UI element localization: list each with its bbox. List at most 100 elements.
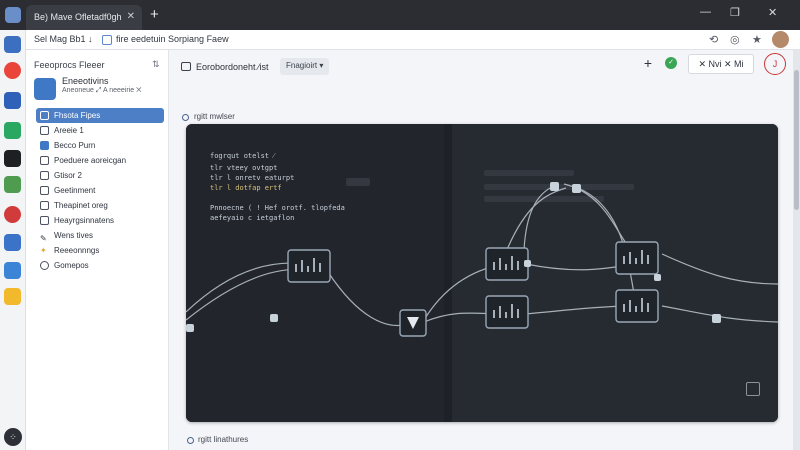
sidebar: Feeoprocs Fleeer ⇅ Eneeotivins Aneoneue …: [26, 50, 169, 450]
project-title: Eneeotivins: [62, 76, 109, 86]
action-buttons[interactable]: ✕ Nvi ✕ Mi: [688, 54, 754, 74]
dock-app-icon[interactable]: [4, 92, 21, 109]
doc-icon: [40, 126, 49, 135]
address-bar: Sel Mag Bb1 ↓ fire eedetuin Sorpiang Fae…: [26, 30, 800, 50]
board-title: Eorobordoneht ⁄ist: [196, 62, 269, 72]
dock-app-icon[interactable]: [4, 206, 21, 223]
browser-tab[interactable]: Be) Mave Ofletadf0gh ✕: [26, 5, 142, 30]
app-area: Feeoprocs Fleeer ⇅ Eneeotivins Aneoneue …: [26, 50, 800, 450]
sidebar-item-label: Gtisor 2: [54, 171, 83, 180]
link-line: [505, 187, 567, 253]
dock-terminal-icon[interactable]: [4, 150, 21, 167]
chart-icon: [40, 216, 49, 225]
port-dot: [550, 182, 559, 191]
list-icon: [40, 156, 49, 165]
board-icon: [181, 62, 191, 71]
graph-node: [485, 247, 529, 281]
link-line: [661, 253, 778, 285]
dock-app-icon[interactable]: [4, 122, 21, 139]
app-menu-icon[interactable]: [5, 7, 21, 23]
dock-app-icon[interactable]: [4, 288, 21, 305]
link-line: [577, 187, 635, 295]
vertical-scrollbar[interactable]: [793, 50, 800, 450]
maximize-icon[interactable]: ❐: [730, 6, 740, 19]
main-toolbar: Eorobordoneht ⁄ist Fnagioirt ▾ + ✓ ✕ Nvi…: [176, 53, 800, 78]
folder-icon: [40, 171, 49, 180]
sidebar-item[interactable]: Areeie 1: [36, 123, 164, 138]
view-select[interactable]: Fnagioirt ▾: [280, 58, 330, 75]
dock-app-icon[interactable]: [4, 234, 21, 251]
bracket-icon: [40, 186, 49, 195]
app-dock: ⁘: [0, 30, 26, 450]
section-label-top: rgitt mwlser: [194, 112, 235, 121]
sort-icon[interactable]: ⇅: [152, 59, 160, 70]
radio-top[interactable]: [182, 114, 189, 121]
gear-icon: [40, 261, 49, 270]
sidebar-item[interactable]: Fhsota Fipes: [36, 108, 164, 123]
sidebar-item-label: Theapinet oreg: [54, 201, 108, 210]
sidebar-item[interactable]: Geetinment: [36, 183, 164, 198]
sidebar-item-label: Fhsota Fipes: [54, 111, 101, 120]
sidebar-item[interactable]: ✦ Reeeonnngs: [36, 243, 164, 258]
sidebar-item[interactable]: Gomepos: [36, 258, 164, 273]
sidebar-header: Feeoprocs Fleeer: [34, 60, 105, 70]
sidebar-item-label: Gomepos: [54, 261, 89, 270]
avatar[interactable]: [772, 31, 789, 48]
page-title: fire eedetuin Sorpiang Faew: [116, 34, 229, 44]
sidebar-item-label: Wens tives: [54, 231, 93, 240]
close-tab-icon[interactable]: ✕: [127, 11, 135, 22]
workflow-canvas[interactable]: fogrqut otelst ⁄ tlr vteey ovtgpt tlr l …: [186, 124, 778, 422]
tab-title: Be) Mave Ofletadf0gh: [34, 12, 122, 22]
section-label-bottom: rgitt linathures: [198, 435, 249, 444]
sidebar-item-label: Poeduere aoreicgan: [54, 156, 127, 165]
port-dot: [524, 260, 531, 267]
sidebar-item[interactable]: ✎ Wens tives: [36, 228, 164, 243]
sidebar-item-label: Geetinment: [54, 186, 96, 195]
dock-browser-icon[interactable]: [4, 62, 21, 79]
view-select-label: Fnagioirt: [286, 61, 318, 70]
file-icon: [40, 111, 49, 120]
add-button[interactable]: +: [636, 54, 660, 74]
sidebar-item[interactable]: Poeduere aoreicgan: [36, 153, 164, 168]
project-cube-icon: [34, 78, 56, 100]
project-subtitle: Aneoneue ⤢ A neeeirie ✕: [62, 87, 142, 94]
port-dot: [572, 184, 581, 193]
minimize-icon[interactable]: —: [700, 6, 711, 18]
breadcrumb-root[interactable]: Sel Mag Bb1: [34, 34, 86, 44]
graph-node: [287, 249, 331, 283]
browser-titlebar: Be) Mave Ofletadf0gh ✕ + — ❐ ✕: [0, 0, 800, 30]
check-icon: [40, 141, 49, 150]
apps-grid-icon[interactable]: ⁘: [4, 428, 22, 446]
dock-app-icon[interactable]: [4, 36, 21, 53]
user-menu-button[interactable]: J: [764, 53, 786, 75]
refresh-icon[interactable]: ⟲: [709, 33, 718, 46]
grid-icon: [40, 201, 49, 210]
sidebar-item[interactable]: Heayrgsinnatens: [36, 213, 164, 228]
port-dot: [654, 274, 661, 281]
radio-bottom[interactable]: [187, 437, 194, 444]
port-dot: [270, 314, 278, 322]
sidebar-nav: Fhsota Fipes Areeie 1 Becco Purn Poeduer…: [36, 108, 164, 273]
sidebar-item[interactable]: Theapinet oreg: [36, 198, 164, 213]
sidebar-item-label: Heayrgsinnatens: [54, 216, 115, 225]
sidebar-item-label: Reeeonnngs: [54, 246, 100, 255]
dock-app-icon[interactable]: [4, 262, 21, 279]
new-tab-button[interactable]: +: [150, 6, 159, 23]
port-dot: [186, 324, 194, 332]
graph-node: [615, 289, 659, 323]
page-icon: [102, 35, 112, 45]
close-window-icon[interactable]: ✕: [768, 6, 777, 19]
expand-icon[interactable]: [746, 382, 760, 396]
chevron-down-icon[interactable]: ↓: [88, 34, 93, 44]
ok-status-icon[interactable]: ✓: [665, 57, 677, 69]
shield-icon[interactable]: ◎: [730, 33, 740, 46]
scroll-thumb[interactable]: [794, 70, 799, 210]
port-dot: [712, 314, 721, 323]
sidebar-item-label: Areeie 1: [54, 126, 84, 135]
sidebar-item[interactable]: Gtisor 2: [36, 168, 164, 183]
graph-node: [615, 241, 659, 275]
sidebar-item[interactable]: Becco Purn: [36, 138, 164, 153]
graph-node: [485, 295, 529, 329]
star-icon[interactable]: ★: [752, 33, 762, 46]
dock-sheets-icon[interactable]: [4, 176, 21, 193]
